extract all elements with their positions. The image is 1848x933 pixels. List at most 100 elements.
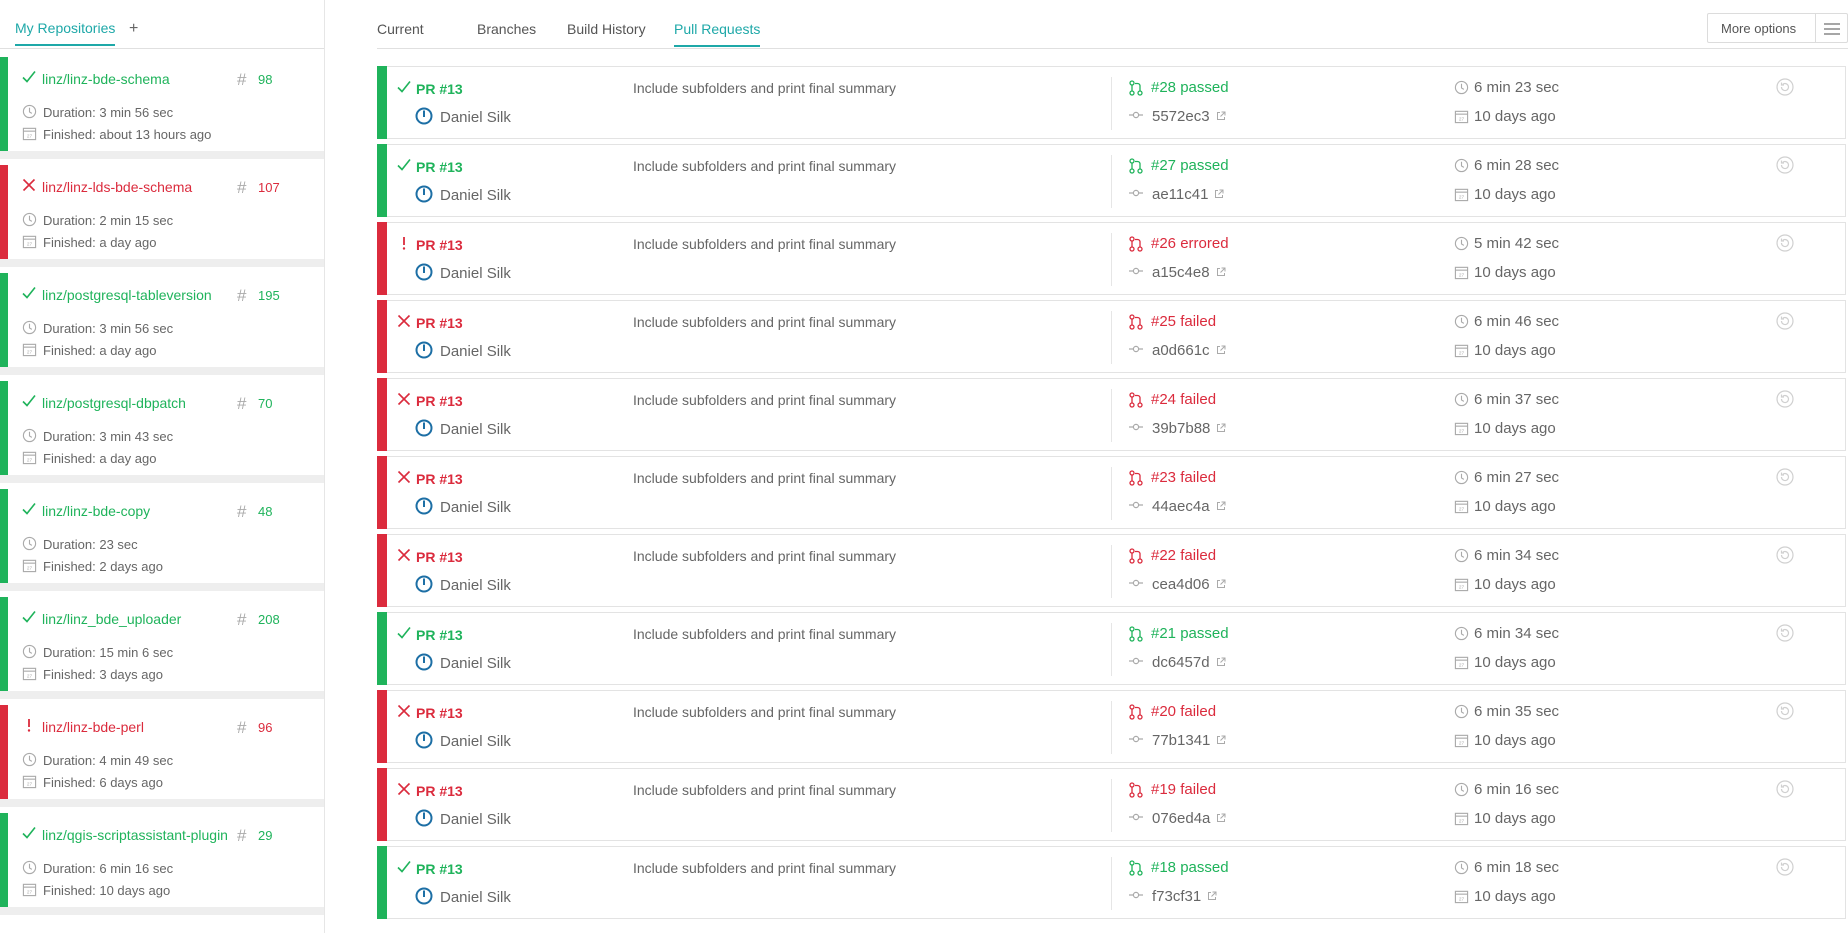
- repo-build-number[interactable]: 98: [258, 72, 272, 87]
- commit-sha-link[interactable]: 39b7b88: [1152, 420, 1210, 437]
- repo-build-number[interactable]: 29: [258, 828, 272, 843]
- repo-build-number[interactable]: 195: [258, 288, 280, 303]
- build-state-link[interactable]: #21 passed: [1151, 625, 1229, 642]
- build-row[interactable]: PR #13 Daniel Silk Include subfolders and …: [377, 456, 1846, 529]
- build-state-link[interactable]: #24 failed: [1151, 391, 1216, 408]
- repo-build-number[interactable]: 96: [258, 720, 272, 735]
- restart-icon[interactable]: [1776, 780, 1794, 798]
- repo-name-link[interactable]: linz/linz-bde-perl: [42, 719, 144, 735]
- commit-sha-link[interactable]: a15c4e8: [1152, 264, 1210, 281]
- build-row[interactable]: PR #13 Daniel Silk Include subfolders and …: [377, 534, 1846, 607]
- tab-pull-requests[interactable]: Pull Requests: [674, 21, 761, 47]
- build-row[interactable]: PR #13 Daniel Silk Include subfolders and …: [377, 300, 1846, 373]
- repo-name-link[interactable]: linz/linz-lds-bde-schema: [42, 179, 192, 195]
- repo-build-number[interactable]: 107: [258, 180, 280, 195]
- build-state-link[interactable]: #18 passed: [1151, 859, 1229, 876]
- restart-icon[interactable]: [1776, 234, 1794, 252]
- clock-icon: [1454, 860, 1469, 880]
- commit-sha-link[interactable]: ae11c41: [1152, 186, 1208, 203]
- restart-icon[interactable]: [1776, 858, 1794, 876]
- restart-icon[interactable]: [1776, 156, 1794, 174]
- external-link-icon[interactable]: [1216, 735, 1226, 745]
- pull-request-link[interactable]: PR #13: [416, 159, 463, 175]
- restart-icon[interactable]: [1776, 624, 1794, 642]
- external-link-icon[interactable]: [1216, 345, 1226, 355]
- build-finished: 10 days ago: [1474, 888, 1556, 905]
- sidebar-tabs: My Repositories +: [0, 0, 324, 49]
- commit-sha-link[interactable]: 076ed4a: [1152, 810, 1210, 827]
- repo-finished-text: Finished: 2 days ago: [43, 559, 163, 574]
- restart-icon[interactable]: [1776, 546, 1794, 564]
- repo-name-link[interactable]: linz/postgresql-dbpatch: [42, 395, 186, 411]
- external-link-icon[interactable]: [1216, 579, 1226, 589]
- add-repository-button[interactable]: +: [129, 20, 138, 38]
- build-row[interactable]: PR #13 Daniel Silk Include subfolders and …: [377, 222, 1846, 295]
- repo-name-link[interactable]: linz/linz-bde-schema: [42, 71, 170, 87]
- pull-request-link[interactable]: PR #13: [416, 861, 463, 877]
- build-state-link[interactable]: #28 passed: [1151, 79, 1229, 96]
- restart-icon[interactable]: [1776, 78, 1794, 96]
- pull-request-link[interactable]: PR #13: [416, 627, 463, 643]
- external-link-icon[interactable]: [1216, 111, 1226, 121]
- external-link-icon[interactable]: [1207, 891, 1217, 901]
- pull-request-link[interactable]: PR #13: [416, 471, 463, 487]
- repo-name-link[interactable]: linz/linz-bde-copy: [42, 503, 150, 519]
- pull-request-link[interactable]: PR #13: [416, 549, 463, 565]
- pull-request-link[interactable]: PR #13: [416, 783, 463, 799]
- tab-current[interactable]: Current: [377, 21, 424, 37]
- repo-name-link[interactable]: linz/qgis-scriptassistant-plugin: [42, 827, 228, 843]
- external-link-icon[interactable]: [1214, 189, 1224, 199]
- commit-sha-link[interactable]: a0d661c: [1152, 342, 1210, 359]
- restart-icon[interactable]: [1776, 390, 1794, 408]
- tab-my-repositories[interactable]: My Repositories: [15, 20, 116, 46]
- commit-sha-link[interactable]: 77b1341: [1152, 732, 1210, 749]
- build-state-link[interactable]: #19 failed: [1151, 781, 1216, 798]
- restart-icon[interactable]: [1776, 702, 1794, 720]
- build-row[interactable]: PR #13 Daniel Silk Include subfolders and …: [377, 144, 1846, 217]
- build-row[interactable]: PR #13 Daniel Silk Include subfolders and …: [377, 768, 1846, 841]
- repo-build-number[interactable]: 208: [258, 612, 280, 627]
- repo-name-link[interactable]: linz/postgresql-tableversion: [42, 287, 212, 303]
- build-row[interactable]: PR #13 Daniel Silk Include subfolders and …: [377, 66, 1846, 139]
- commit-sha-link[interactable]: f73cf31: [1152, 888, 1201, 905]
- build-row[interactable]: PR #13 Daniel Silk Include subfolders and …: [377, 690, 1846, 763]
- avatar-icon: [415, 497, 433, 515]
- clock-icon: [1454, 80, 1469, 100]
- pull-request-link[interactable]: PR #13: [416, 393, 463, 409]
- build-state-link[interactable]: #26 errored: [1151, 235, 1229, 252]
- commit-sha-link[interactable]: cea4d06: [1152, 576, 1210, 593]
- tab-branches[interactable]: Branches: [477, 21, 536, 37]
- external-link-icon[interactable]: [1216, 267, 1226, 277]
- commit-sha-link[interactable]: dc6457d: [1152, 654, 1210, 671]
- restart-icon[interactable]: [1776, 468, 1794, 486]
- tab-build-history[interactable]: Build History: [567, 21, 646, 37]
- external-link-icon[interactable]: [1216, 423, 1226, 433]
- repo-name-link[interactable]: linz/linz_bde_uploader: [42, 611, 181, 627]
- external-link-icon[interactable]: [1216, 657, 1226, 667]
- restart-icon[interactable]: [1776, 312, 1794, 330]
- avatar-icon: [415, 809, 433, 827]
- repo-status-stripe: [0, 273, 8, 367]
- commit-sha-link[interactable]: 44aec4a: [1152, 498, 1210, 515]
- build-row[interactable]: PR #13 Daniel Silk Include subfolders and …: [377, 378, 1846, 451]
- pull-request-link[interactable]: PR #13: [416, 237, 463, 253]
- external-link-icon[interactable]: [1216, 501, 1226, 511]
- external-link-icon[interactable]: [1216, 813, 1226, 823]
- repo-duration-text: Duration: 3 min 43 sec: [43, 429, 174, 444]
- build-state-link[interactable]: #25 failed: [1151, 313, 1216, 330]
- more-options-button[interactable]: More options: [1707, 13, 1848, 43]
- pull-request-link[interactable]: PR #13: [416, 315, 463, 331]
- build-row[interactable]: PR #13 Daniel Silk Include subfolders and …: [377, 612, 1846, 685]
- pull-request-link[interactable]: PR #13: [416, 81, 463, 97]
- commit-icon: [1129, 891, 1143, 899]
- repo-build-number[interactable]: 48: [258, 504, 272, 519]
- commit-sha-link[interactable]: 5572ec3: [1152, 108, 1210, 125]
- build-row[interactable]: PR #13 Daniel Silk Include subfolders and …: [377, 846, 1846, 919]
- build-state-link[interactable]: #22 failed: [1151, 547, 1216, 564]
- build-state-link[interactable]: #23 failed: [1151, 469, 1216, 486]
- pull-request-link[interactable]: PR #13: [416, 705, 463, 721]
- repo-build-number[interactable]: 70: [258, 396, 272, 411]
- build-state-link[interactable]: #27 passed: [1151, 157, 1229, 174]
- repo-status-stripe: [0, 57, 8, 151]
- build-state-link[interactable]: #20 failed: [1151, 703, 1216, 720]
